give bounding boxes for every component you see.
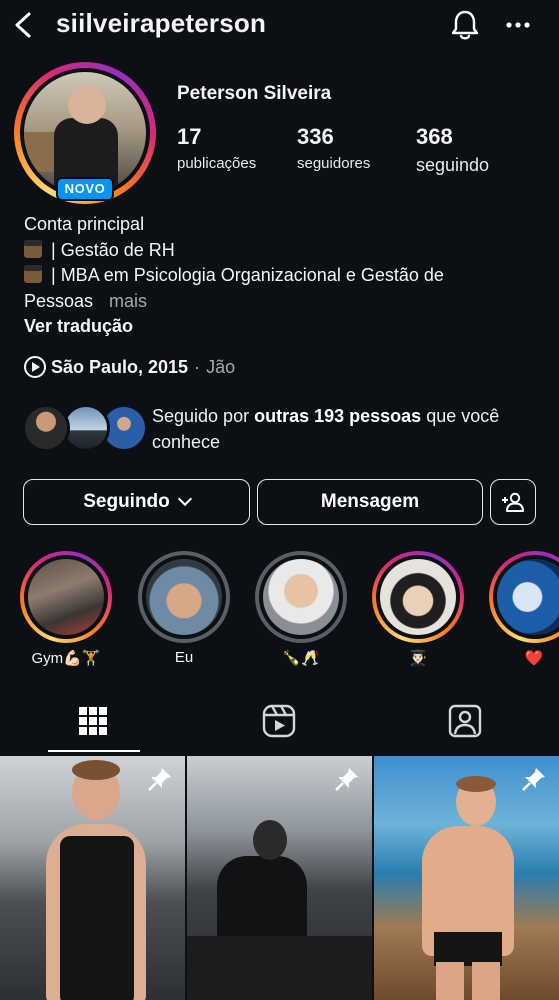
location-separator: · — [194, 356, 201, 377]
profile-tabs — [0, 688, 559, 754]
profile-bio: Conta principal | Gestão de RH | MBA em … — [24, 212, 544, 314]
avatar-photo — [24, 72, 146, 194]
highlight-label: 👨🏻‍🎓 — [408, 650, 428, 667]
stat-followers-value: 336 — [297, 124, 334, 149]
back-arrow-icon[interactable] — [10, 10, 36, 40]
bio-line: Pessoas mais — [24, 290, 148, 311]
following-button[interactable]: Seguindo — [23, 479, 250, 525]
post-thumbnail[interactable] — [374, 756, 559, 1000]
stat-followers-label: seguidores — [297, 155, 371, 172]
post-thumbnail[interactable] — [187, 756, 372, 1000]
chevron-down-icon — [177, 491, 192, 507]
stat-following[interactable]: 368 seguindo — [416, 124, 489, 176]
location-row[interactable]: São Paulo, 2015 · Jão — [24, 354, 235, 380]
graduate-emoji-icon — [24, 239, 42, 258]
more-horizontal-icon[interactable] — [503, 12, 533, 38]
grid-icon — [79, 707, 107, 735]
location-extra: Jão — [206, 356, 236, 377]
profile-avatar[interactable]: NOVO — [14, 62, 156, 204]
highlight-cover — [28, 559, 104, 635]
bell-icon[interactable] — [448, 8, 482, 42]
highlight-cover — [146, 559, 222, 635]
reels-icon — [262, 704, 296, 738]
graduate-emoji-icon — [24, 265, 42, 283]
bio-line: Conta principal — [24, 214, 145, 234]
bio-line: | Gestão de RH — [24, 238, 544, 264]
add-user-icon — [502, 492, 524, 512]
play-circle-icon — [24, 356, 46, 378]
tab-reels[interactable] — [186, 688, 372, 754]
mutual-followers-avatars[interactable] — [22, 404, 148, 452]
highlight-cover — [380, 559, 456, 635]
add-user-button[interactable] — [490, 479, 536, 525]
stat-following-value: 368 — [416, 124, 453, 149]
followed-by-text[interactable]: Seguido por outras 193 pessoas que você … — [152, 403, 532, 455]
pin-icon — [148, 768, 171, 791]
tab-grid[interactable] — [0, 688, 186, 754]
profile-header: siilveirapeterson — [0, 0, 559, 52]
profile-username: siilveirapeterson — [56, 8, 267, 38]
stat-posts-value: 17 — [177, 124, 202, 149]
tagged-user-icon — [448, 704, 482, 738]
highlight-cover — [263, 559, 339, 635]
post-thumbnail[interactable] — [0, 756, 185, 1000]
following-label: Seguindo — [83, 491, 170, 512]
highlight-label: 🍾🥂 — [282, 650, 320, 667]
stat-posts-label: publicações — [177, 155, 257, 172]
highlight-label: Gym💪🏻🏋️ — [31, 650, 101, 667]
see-translation-link[interactable]: Ver tradução — [24, 316, 133, 337]
tab-tagged[interactable] — [372, 688, 558, 754]
active-tab-indicator — [48, 750, 140, 752]
bio-more-link[interactable]: mais — [109, 291, 147, 311]
highlight-label: ❤️ — [524, 650, 544, 667]
stat-posts[interactable]: 17 publicações — [177, 124, 256, 172]
stat-following-label: seguindo — [416, 155, 490, 175]
stat-followers[interactable]: 336 seguidores — [297, 124, 370, 172]
profile-full-name: Peterson Silveira — [177, 83, 332, 104]
new-badge: NOVO — [56, 177, 114, 201]
pin-icon — [522, 768, 545, 791]
pin-icon — [335, 768, 358, 791]
location-name: São Paulo, 2015 — [51, 356, 189, 377]
highlight-label: Eu — [174, 649, 194, 666]
message-button[interactable]: Mensagem — [257, 479, 483, 525]
bio-line: | MBA em Psicologia Organizacional e Ges… — [24, 263, 544, 289]
avatar — [22, 404, 70, 452]
